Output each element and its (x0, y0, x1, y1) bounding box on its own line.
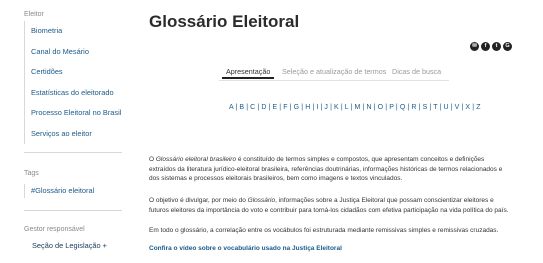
google-plus-icon[interactable]: G (503, 42, 512, 51)
video-link[interactable]: Confira o vídeo sobre o vocabulário usad… (149, 245, 342, 252)
tag-glossario-eleitoral[interactable]: #Glossário eleitoral (24, 184, 122, 198)
gestor-value[interactable]: Seção de Legislação + (32, 241, 107, 250)
alphabet-index[interactable]: A | B | C | D | E | F | G | H | I | J | … (229, 104, 481, 111)
intro-paragraph-3: Em todo o glossário, a correlação entre … (149, 227, 499, 234)
sidebar-item-servicos[interactable]: Serviços ao eleitor (24, 123, 122, 144)
intro-paragraph-1: O Glossário eleitoral brasileiro é const… (149, 156, 503, 182)
tab-selecao-atualizacao[interactable]: Seleção e atualização de termos (282, 67, 386, 76)
gestor-title: Gestor responsável (24, 226, 85, 233)
glossario-emphasis: Glossário (247, 197, 276, 204)
tags-title: Tags (24, 170, 39, 177)
tabs-divider (219, 80, 449, 81)
glossario-eleitoral-emphasis: Glossário eleitoral brasileiro (155, 156, 237, 163)
sidebar-item-certidoes[interactable]: Certidões (24, 62, 122, 83)
sidebar-divider (24, 210, 122, 211)
sidebar-item-canal-do-mesario[interactable]: Canal do Mesário (24, 41, 122, 62)
intro-paragraph-2: O objetivo é divulgar, por meio do Gloss… (149, 197, 509, 214)
facebook-icon[interactable]: f (481, 42, 490, 51)
page-title: Glossário Eleitoral (149, 12, 300, 31)
sidebar-menu: Biometria Canal do Mesário Certidões Est… (24, 21, 122, 144)
twitter-icon[interactable]: t (492, 42, 501, 51)
sidebar: Eleitor Biometria Canal do Mesário Certi… (0, 0, 122, 263)
sidebar-divider (24, 152, 122, 153)
sidebar-item-estatisticas[interactable]: Estatísticas do eleitorado (24, 82, 122, 103)
tab-dicas-de-busca[interactable]: Dicas de busca (392, 67, 441, 76)
email-icon[interactable]: ✉ (470, 42, 479, 51)
sidebar-item-processo-eleitoral[interactable]: Processo Eleitoral no Brasil (24, 103, 122, 124)
active-tab-indicator (222, 77, 274, 79)
sidebar-item-biometria[interactable]: Biometria (24, 21, 122, 42)
sidebar-section-title: Eleitor (24, 11, 44, 18)
tab-apresentacao[interactable]: Apresentação (226, 67, 270, 76)
